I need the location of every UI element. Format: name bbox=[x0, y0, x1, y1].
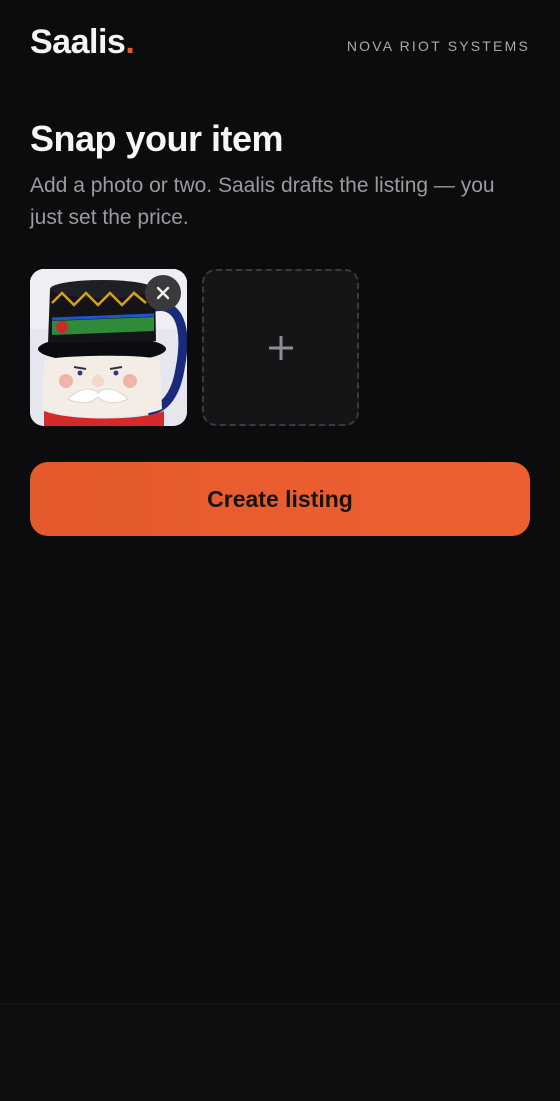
company-name: NOVA RIOT SYSTEMS bbox=[346, 38, 530, 54]
page-subtitle: Add a photo or two. Saalis drafts the li… bbox=[30, 174, 495, 229]
photo-strip bbox=[30, 269, 359, 426]
app-screen: Saalis. NOVA RIOT SYSTEMS Snap your item… bbox=[0, 0, 560, 1101]
logo-dot: . bbox=[125, 23, 135, 61]
remove-photo-button[interactable] bbox=[145, 275, 181, 311]
bottom-bar bbox=[0, 1003, 560, 1101]
photo-thumbnail[interactable] bbox=[30, 269, 187, 426]
logo-text: Saalis bbox=[30, 23, 126, 61]
plus-icon bbox=[268, 335, 293, 360]
app-header: Saalis. NOVA RIOT SYSTEMS bbox=[30, 22, 530, 62]
app-logo: Saalis. bbox=[30, 23, 135, 61]
close-icon bbox=[156, 286, 170, 300]
page-title: Snap your item bbox=[30, 118, 284, 159]
create-listing-button[interactable]: Create listing bbox=[30, 462, 530, 536]
add-photo-button[interactable] bbox=[202, 269, 359, 426]
